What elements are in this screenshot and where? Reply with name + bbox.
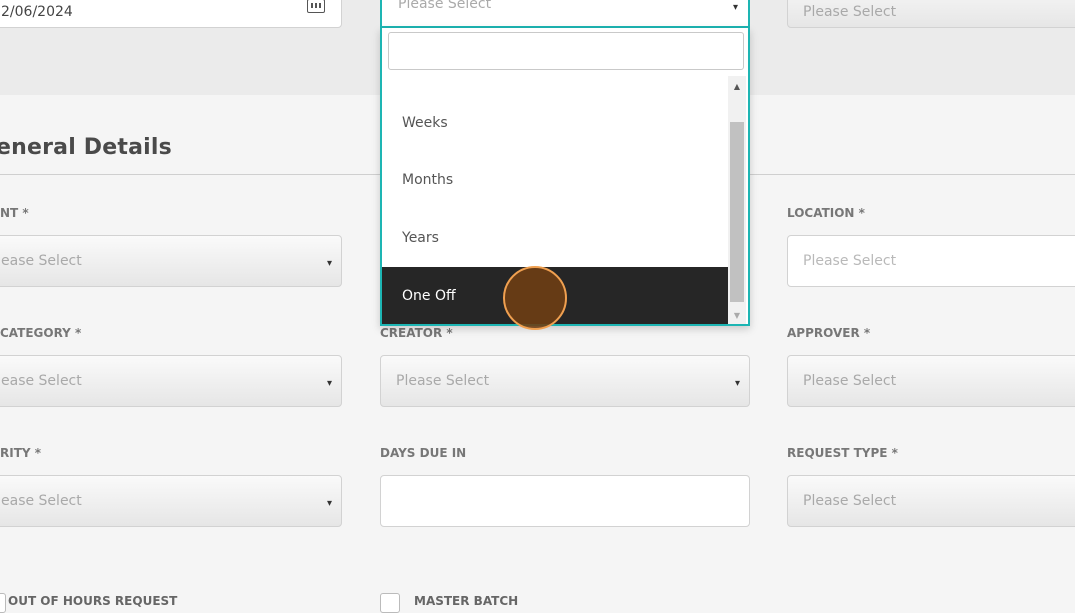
approver-placeholder: Please Select [803,373,897,389]
date-value: 2/06/2024 [1,4,73,20]
frequency-select[interactable]: Please Select ▾ [380,0,750,28]
option-months[interactable]: Months [382,151,728,208]
option-weeks[interactable]: Weeks [382,94,728,151]
category-placeholder: ease Select [1,373,82,389]
category-select[interactable]: ease Select ▾ [0,355,342,407]
out-of-hours-label: OUT OF HOURS REQUEST [8,594,178,608]
dropdown-scrollbar[interactable]: ▲ ▼ [728,76,746,324]
chevron-down-icon: ▾ [326,378,332,389]
scroll-down-icon[interactable]: ▼ [728,311,746,320]
priority-label: RITY * [0,446,42,460]
calendar-icon[interactable] [307,0,325,13]
chevron-down-icon: ▾ [326,498,332,509]
dropdown-search-input[interactable] [388,32,744,70]
date-field[interactable]: 2/06/2024 [0,0,342,28]
creator-placeholder: Please Select [396,373,490,389]
creator-select[interactable]: Please Select ▾ [380,355,750,407]
client-label: NT * [0,206,29,220]
frequency-placeholder: Please Select [398,0,492,12]
option-years[interactable]: Years [382,209,728,266]
top-right-placeholder: Please Select [803,4,897,20]
option-label: One Off [402,287,456,304]
priority-placeholder: ease Select [1,493,82,509]
scroll-up-icon[interactable]: ▲ [728,82,746,91]
out-of-hours-checkbox[interactable] [0,593,6,613]
client-select[interactable]: ease Select ▾ [0,235,342,287]
location-placeholder: Please Select [803,253,897,269]
top-right-select[interactable]: Please Select [787,0,1075,28]
chevron-down-icon: ▾ [326,258,332,269]
request-type-select[interactable]: Please Select [787,475,1075,527]
section-title: eneral Details [0,135,172,160]
creator-label: CREATOR * [380,326,453,340]
chevron-down-icon[interactable]: ▾ [733,2,738,13]
days-due-label: DAYS DUE IN [380,446,467,460]
priority-select[interactable]: ease Select ▾ [0,475,342,527]
scroll-thumb[interactable] [730,122,744,302]
location-label: LOCATION * [787,206,865,220]
approver-select[interactable]: Please Select [787,355,1075,407]
option-label: Weeks [402,114,448,131]
request-type-placeholder: Please Select [803,493,897,509]
dropdown-panel: Weeks Months Years One Off ▲ ▼ [380,28,750,326]
option-label: Months [402,171,454,188]
master-batch-checkbox[interactable] [380,593,400,613]
chevron-down-icon: ▾ [734,378,740,389]
master-batch-label: MASTER BATCH [414,594,519,608]
days-due-input[interactable] [380,475,750,527]
option-label: Years [402,229,439,246]
client-placeholder: ease Select [1,253,82,269]
approver-label: APPROVER * [787,326,871,340]
category-label: CATEGORY * [0,326,82,340]
click-indicator [503,266,567,330]
request-type-label: REQUEST TYPE * [787,446,898,460]
location-select[interactable]: Please Select [787,235,1075,287]
